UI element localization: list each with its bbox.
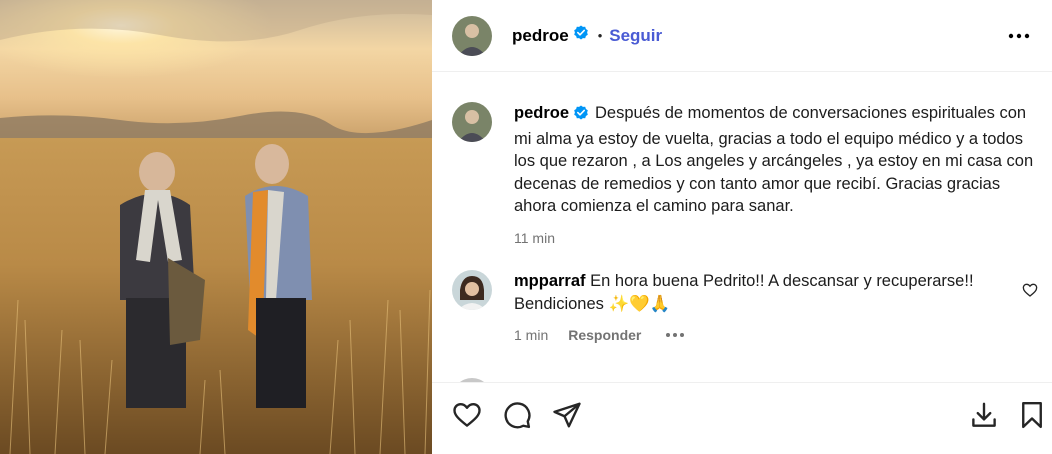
post-header: pedroe • Seguir (432, 0, 1052, 72)
author-avatar[interactable] (452, 15, 492, 56)
follow-button[interactable]: Seguir (609, 26, 662, 46)
comment-timestamp: 1 min (514, 327, 549, 343)
caption-text: pedroe Después de momentos de conversacio… (514, 102, 1034, 218)
comment-text: mpparraf En hora buena Pedrito!! A desca… (514, 270, 984, 315)
verified-badge-icon (573, 25, 589, 46)
caption-body: Después de momentos de conversaciones es… (514, 104, 1034, 215)
commenter-username[interactable]: mpparraf (514, 272, 586, 290)
comment-row: mpparraf En hora buena Pedrito!! A desca… (452, 270, 984, 343)
verified-badge-icon (573, 105, 589, 128)
more-options-icon[interactable] (1008, 26, 1030, 46)
heart-icon[interactable] (452, 400, 482, 435)
download-icon[interactable] (969, 400, 999, 435)
comment-icon[interactable] (502, 400, 532, 435)
caption-row: pedroe Después de momentos de conversacio… (452, 102, 1034, 246)
comment-like-heart-icon[interactable] (1022, 282, 1038, 303)
post-details-panel: pedroe • Seguir pedroe Después de moment… (432, 0, 1052, 454)
comment-options-icon[interactable] (665, 332, 685, 338)
reply-button[interactable]: Responder (568, 327, 641, 343)
post-photo-illustration (0, 0, 432, 454)
post-image[interactable] (0, 0, 432, 454)
liker-avatars[interactable] (452, 449, 492, 454)
commenter-avatar[interactable] (452, 270, 492, 310)
bookmark-icon[interactable] (1017, 400, 1047, 435)
caption-username[interactable]: pedroe (514, 104, 569, 122)
author-username[interactable]: pedroe (512, 26, 569, 46)
caption-meta: 11 min (514, 230, 1034, 246)
author-avatar[interactable] (452, 102, 492, 142)
comments-section[interactable]: pedroe Después de momentos de conversacio… (432, 72, 1052, 382)
post-viewer: pedroe • Seguir pedroe Después de moment… (0, 0, 1052, 454)
separator-dot: • (597, 28, 603, 43)
comment-meta: 1 min Responder (514, 327, 984, 343)
caption-timestamp: 11 min (514, 229, 555, 246)
paper-plane-icon[interactable] (552, 400, 582, 435)
action-bar (432, 382, 1052, 454)
